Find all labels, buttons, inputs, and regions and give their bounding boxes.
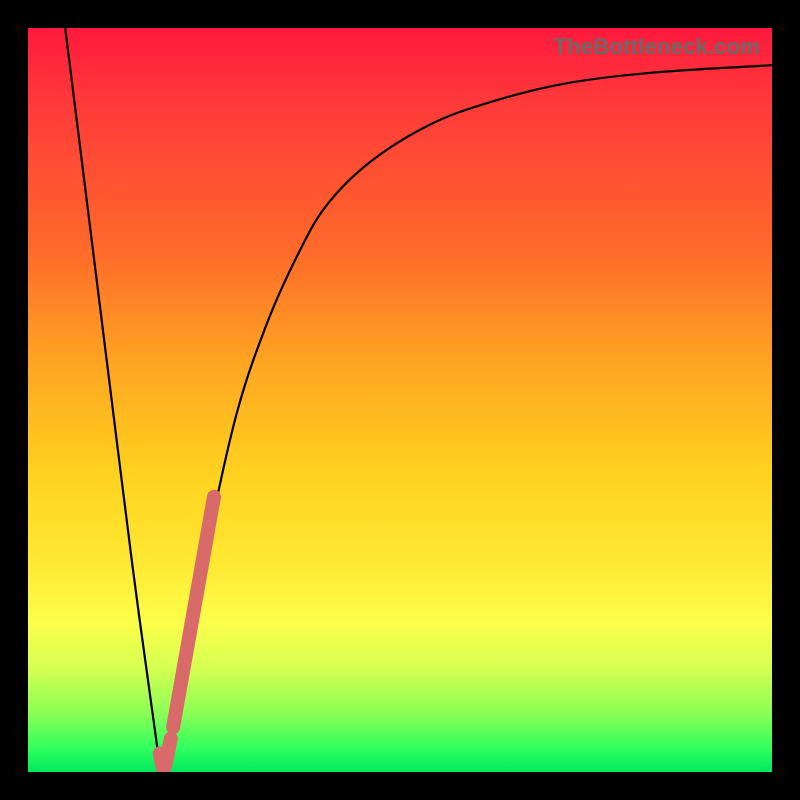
bottleneck-curve bbox=[65, 28, 772, 772]
plot-area: TheBottleneck.com bbox=[28, 28, 772, 772]
hook-at-min bbox=[160, 739, 171, 769]
curve-layer bbox=[28, 28, 772, 772]
highlight-segment bbox=[173, 497, 214, 728]
chart-frame: TheBottleneck.com bbox=[0, 0, 800, 800]
